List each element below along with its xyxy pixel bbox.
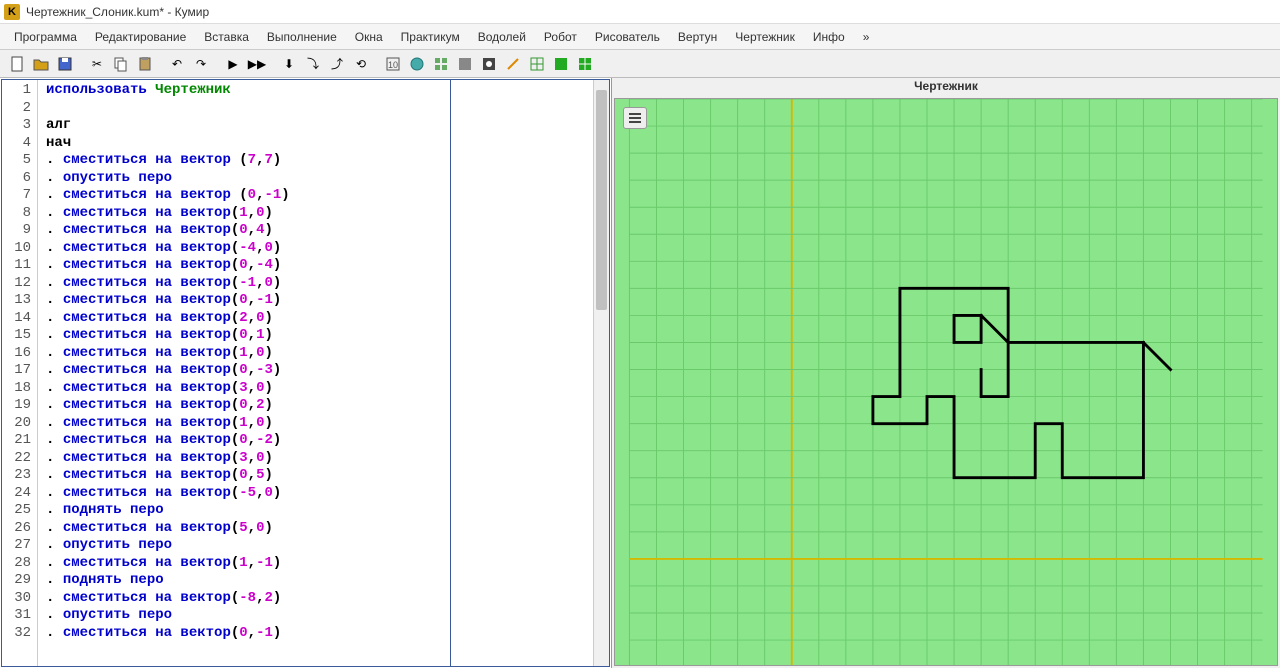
code-line[interactable]: . сместиться на вектор(1,0) (46, 205, 442, 223)
paste-icon[interactable] (134, 53, 156, 75)
code-line[interactable]: . сместиться на вектор(1,-1) (46, 555, 442, 573)
code-line[interactable]: . сместиться на вектор(0,4) (46, 222, 442, 240)
tool-8-icon[interactable] (550, 53, 572, 75)
menu-item-12[interactable]: » (855, 27, 878, 47)
code-line[interactable]: использовать Чертежник (46, 82, 442, 100)
menu-item-3[interactable]: Выполнение (259, 27, 345, 47)
step-into-icon[interactable]: ⤵ (302, 53, 324, 75)
code-line[interactable]: . поднять перо (46, 502, 442, 520)
step-over-icon[interactable]: ⤴ (326, 53, 348, 75)
code-line[interactable]: . сместиться на вектор(0,-1) (46, 625, 442, 643)
code-margin (451, 80, 593, 666)
tool-7-icon[interactable] (526, 53, 548, 75)
code-line[interactable]: . сместиться на вектор(0,2) (46, 397, 442, 415)
copy-icon[interactable] (110, 53, 132, 75)
svg-text:10: 10 (388, 60, 398, 70)
menu-item-4[interactable]: Окна (347, 27, 391, 47)
scroll-thumb[interactable] (596, 90, 607, 310)
run-fast-icon[interactable]: ▶▶ (246, 53, 268, 75)
editor-panel: 1234567891011121314151617181920212223242… (0, 78, 612, 668)
app-icon: K (4, 4, 20, 20)
titlebar: K Чертежник_Слоник.kum* - Кумир (0, 0, 1280, 24)
toolbar: ✂ ↶ ↷ ▶ ▶▶ ⬇ ⤵ ⤴ ⟲ 10 (0, 50, 1280, 78)
menu-item-0[interactable]: Программа (6, 27, 85, 47)
step-icon[interactable]: ⬇ (278, 53, 300, 75)
code-line[interactable]: . сместиться на вектор(0,-3) (46, 362, 442, 380)
code-line[interactable]: . сместиться на вектор(-8,2) (46, 590, 442, 608)
menu-item-7[interactable]: Робот (536, 27, 585, 47)
code-line[interactable]: . сместиться на вектор(-5,0) (46, 485, 442, 503)
tool-3-icon[interactable] (430, 53, 452, 75)
code-line[interactable]: . сместиться на вектор(-1,0) (46, 275, 442, 293)
tool-2-icon[interactable] (406, 53, 428, 75)
code-line[interactable]: . сместиться на вектор(3,0) (46, 380, 442, 398)
tool-1-icon[interactable]: 10 (382, 53, 404, 75)
code-line[interactable]: . сместиться на вектор (7,7) (46, 152, 442, 170)
menu-item-11[interactable]: Инфо (805, 27, 853, 47)
redo-icon[interactable]: ↷ (190, 53, 212, 75)
open-file-icon[interactable] (30, 53, 52, 75)
code-line[interactable]: . сместиться на вектор(3,0) (46, 450, 442, 468)
vertical-scrollbar[interactable] (593, 80, 609, 666)
main-area: 1234567891011121314151617181920212223242… (0, 78, 1280, 668)
code-line[interactable]: . сместиться на вектор(0,1) (46, 327, 442, 345)
code-line[interactable]: . опустить перо (46, 170, 442, 188)
drawing-panel: Чертежник (612, 78, 1280, 668)
stop-icon[interactable]: ⟲ (350, 53, 372, 75)
line-gutter: 1234567891011121314151617181920212223242… (2, 80, 38, 666)
undo-icon[interactable]: ↶ (166, 53, 188, 75)
new-file-icon[interactable] (6, 53, 28, 75)
cut-icon[interactable]: ✂ (86, 53, 108, 75)
menu-item-8[interactable]: Рисователь (587, 27, 668, 47)
code-line[interactable]: . сместиться на вектор(1,0) (46, 345, 442, 363)
menu-item-10[interactable]: Чертежник (727, 27, 803, 47)
code-line[interactable]: . сместиться на вектор(0,-2) (46, 432, 442, 450)
code-line[interactable]: . опустить перо (46, 607, 442, 625)
menu-item-9[interactable]: Вертун (670, 27, 725, 47)
menu-item-1[interactable]: Редактирование (87, 27, 194, 47)
canvas-menu-button[interactable] (623, 107, 647, 129)
code-line[interactable]: . сместиться на вектор(0,-1) (46, 292, 442, 310)
window-title: Чертежник_Слоник.kum* - Кумир (26, 5, 209, 19)
run-icon[interactable]: ▶ (222, 53, 244, 75)
code-line[interactable]: . сместиться на вектор(0,-4) (46, 257, 442, 275)
menu-item-5[interactable]: Практикум (393, 27, 468, 47)
code-line[interactable]: нач (46, 135, 442, 153)
code-line[interactable]: алг (46, 117, 442, 135)
code-line[interactable] (46, 100, 442, 118)
code-line[interactable]: . опустить перо (46, 537, 442, 555)
code-line[interactable]: . сместиться на вектор (0,-1) (46, 187, 442, 205)
code-line[interactable]: . сместиться на вектор(2,0) (46, 310, 442, 328)
drawing-title: Чертежник (612, 78, 1280, 96)
code-line[interactable]: . сместиться на вектор(1,0) (46, 415, 442, 433)
editor-body[interactable]: 1234567891011121314151617181920212223242… (1, 79, 610, 667)
tool-9-icon[interactable] (574, 53, 596, 75)
menu-item-2[interactable]: Вставка (196, 27, 257, 47)
save-file-icon[interactable] (54, 53, 76, 75)
code-line[interactable]: . сместиться на вектор(0,5) (46, 467, 442, 485)
tool-5-icon[interactable] (478, 53, 500, 75)
code-line[interactable]: . сместиться на вектор(-4,0) (46, 240, 442, 258)
code-line[interactable]: . сместиться на вектор(5,0) (46, 520, 442, 538)
menu-item-6[interactable]: Водолей (470, 27, 534, 47)
drawing-canvas (615, 99, 1277, 665)
code-line[interactable]: . поднять перо (46, 572, 442, 590)
code-area[interactable]: использовать Чертежник алгнач. сместитьс… (38, 80, 450, 666)
menubar: ПрограммаРедактированиеВставкаВыполнение… (0, 24, 1280, 50)
canvas-container[interactable] (614, 98, 1278, 666)
tool-4-icon[interactable] (454, 53, 476, 75)
tool-6-icon[interactable] (502, 53, 524, 75)
